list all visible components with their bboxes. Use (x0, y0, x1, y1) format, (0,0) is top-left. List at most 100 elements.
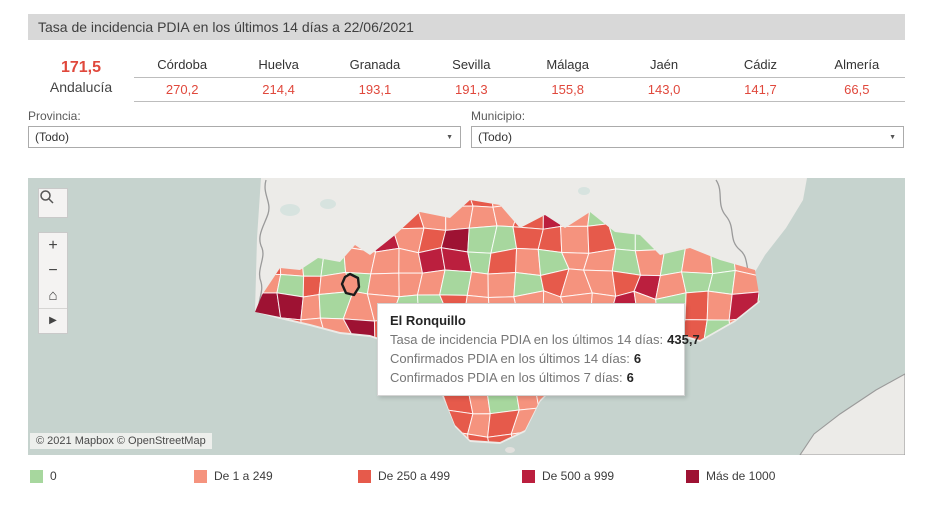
province-column: Huelva 214,4 (230, 52, 326, 104)
kpi-andalucia: 171,5 Andalucía (28, 52, 134, 104)
province-value: 141,7 (712, 78, 808, 102)
islet (505, 447, 515, 453)
tooltip-row: Tasa de incidencia PDIA en los últimos 1… (390, 330, 672, 349)
zoom-out-button[interactable]: − (39, 258, 67, 283)
legend-item: De 500 a 999 (522, 467, 614, 485)
provincia-select[interactable]: (Todo) ▼ (28, 126, 461, 148)
municipality-cell[interactable] (303, 276, 321, 297)
legend-swatch (686, 470, 699, 483)
municipality-cell[interactable] (371, 248, 399, 274)
province-column: Córdoba 270,2 (134, 52, 230, 104)
zoom-in-button[interactable]: + (39, 233, 67, 258)
tooltip-value: 435,7 (667, 332, 700, 347)
legend-item: De 1 a 249 (194, 467, 273, 485)
municipio-label: Municipio: (471, 109, 904, 123)
legend-label: Más de 1000 (706, 469, 775, 483)
dashboard: Tasa de incidencia PDIA en los últimos 1… (0, 0, 932, 516)
report-title: Tasa de incidencia PDIA en los últimos 1… (28, 14, 905, 40)
province-value: 155,8 (520, 78, 616, 102)
province-column: Málaga 155,8 (520, 52, 616, 104)
home-icon[interactable]: ⌂ (39, 283, 67, 308)
municipality-cell[interactable] (682, 272, 713, 293)
tooltip-label: Tasa de incidencia PDIA en los últimos 1… (390, 332, 663, 347)
province-name: Jaén (616, 52, 712, 78)
kpi-region-label: Andalucía (28, 77, 134, 97)
legend-swatch (30, 470, 43, 483)
province-table: Córdoba 270,2 Huelva 214,4 Granada 193,1… (134, 52, 905, 104)
municipio-selected-value: (Todo) (478, 130, 512, 144)
legend-label: De 500 a 999 (542, 469, 614, 483)
legend-swatch (358, 470, 371, 483)
province-name: Córdoba (134, 52, 230, 78)
chevron-down-icon: ▼ (446, 134, 453, 141)
map-zoom-controls: + − ⌂ ▶ (38, 232, 68, 334)
legend-label: De 250 a 499 (378, 469, 450, 483)
municipality-cell[interactable] (516, 248, 541, 275)
province-value: 191,3 (423, 78, 519, 102)
province-name: Granada (327, 52, 423, 78)
municipality-cell[interactable] (440, 270, 472, 295)
map-panel[interactable]: + − ⌂ ▶ El Ronquillo Tasa de incidencia … (28, 178, 905, 455)
legend-swatch (522, 470, 535, 483)
province-value: 214,4 (230, 78, 326, 102)
provincia-label: Provincia: (28, 109, 461, 123)
tooltip-row: Confirmados PDIA en los últimos 14 días:… (390, 349, 672, 368)
kpi-value: 171,5 (28, 52, 134, 77)
municipality-cell[interactable] (561, 226, 589, 253)
search-icon (39, 189, 55, 205)
filter-municipio: Municipio: (Todo) ▼ (471, 109, 904, 148)
legend-label: De 1 a 249 (214, 469, 273, 483)
legend-item: De 250 a 499 (358, 467, 450, 485)
tooltip-title: El Ronquillo (390, 312, 672, 330)
tooltip-value: 6 (627, 370, 634, 385)
province-value: 66,5 (809, 78, 905, 102)
legend-item: Más de 1000 (686, 467, 775, 485)
tooltip-row: Confirmados PDIA en los últimos 7 días: 6 (390, 368, 672, 387)
municipality-cell[interactable] (467, 272, 488, 298)
municipality-cell[interactable] (468, 252, 491, 274)
municipality-cell[interactable] (708, 271, 735, 295)
legend-swatch (194, 470, 207, 483)
kpi-row: 171,5 Andalucía Córdoba 270,2 Huelva 214… (28, 52, 905, 104)
provincia-selected-value: (Todo) (35, 130, 69, 144)
chevron-down-icon: ▼ (889, 134, 896, 141)
legend: 0 De 1 a 249 De 250 a 499 De 500 a 999 M… (28, 467, 905, 487)
province-column: Jaén 143,0 (616, 52, 712, 104)
province-name: Cádiz (712, 52, 808, 78)
province-column: Almería 66,5 (809, 52, 905, 104)
municipality-cell[interactable] (418, 248, 445, 273)
tooltip-label: Confirmados PDIA en los últimos 14 días: (390, 351, 630, 366)
municipio-select[interactable]: (Todo) ▼ (471, 126, 904, 148)
municipality-cell[interactable] (301, 295, 321, 320)
province-value: 270,2 (134, 78, 230, 102)
map-tooltip: El Ronquillo Tasa de incidencia PDIA en … (377, 303, 685, 396)
province-name: Huelva (230, 52, 326, 78)
tooltip-label: Confirmados PDIA en los últimos 7 días: (390, 370, 623, 385)
lake (320, 199, 336, 209)
province-column: Cádiz 141,7 (712, 52, 808, 104)
province-name: Sevilla (423, 52, 519, 78)
province-column: Granada 193,1 (327, 52, 423, 104)
legend-item: 0 (30, 467, 57, 485)
expand-icon[interactable]: ▶ (39, 308, 67, 333)
municipality-cell[interactable] (488, 273, 516, 298)
province-column: Sevilla 191,3 (423, 52, 519, 104)
lake (578, 187, 590, 195)
municipality-cell[interactable] (685, 291, 708, 320)
municipality-highlight-el-ronquillo[interactable] (342, 274, 359, 295)
province-name: Almería (809, 52, 905, 78)
municipality-cell[interactable] (707, 291, 732, 320)
map-search-button[interactable] (38, 188, 68, 218)
municipality-cell[interactable] (469, 206, 497, 228)
legend-label: 0 (50, 469, 57, 483)
municipality-cell[interactable] (277, 293, 303, 320)
municipality-cell[interactable] (441, 248, 471, 272)
tooltip-value: 6 (634, 351, 641, 366)
province-value: 143,0 (616, 78, 712, 102)
map-attribution[interactable]: © 2021 Mapbox © OpenStreetMap (30, 433, 212, 449)
lake (280, 204, 300, 216)
filter-provincia: Provincia: (Todo) ▼ (28, 109, 461, 148)
province-value: 193,1 (327, 78, 423, 102)
filter-row: Provincia: (Todo) ▼ Municipio: (Todo) ▼ (28, 109, 905, 148)
municipality-cell[interactable] (367, 273, 399, 297)
